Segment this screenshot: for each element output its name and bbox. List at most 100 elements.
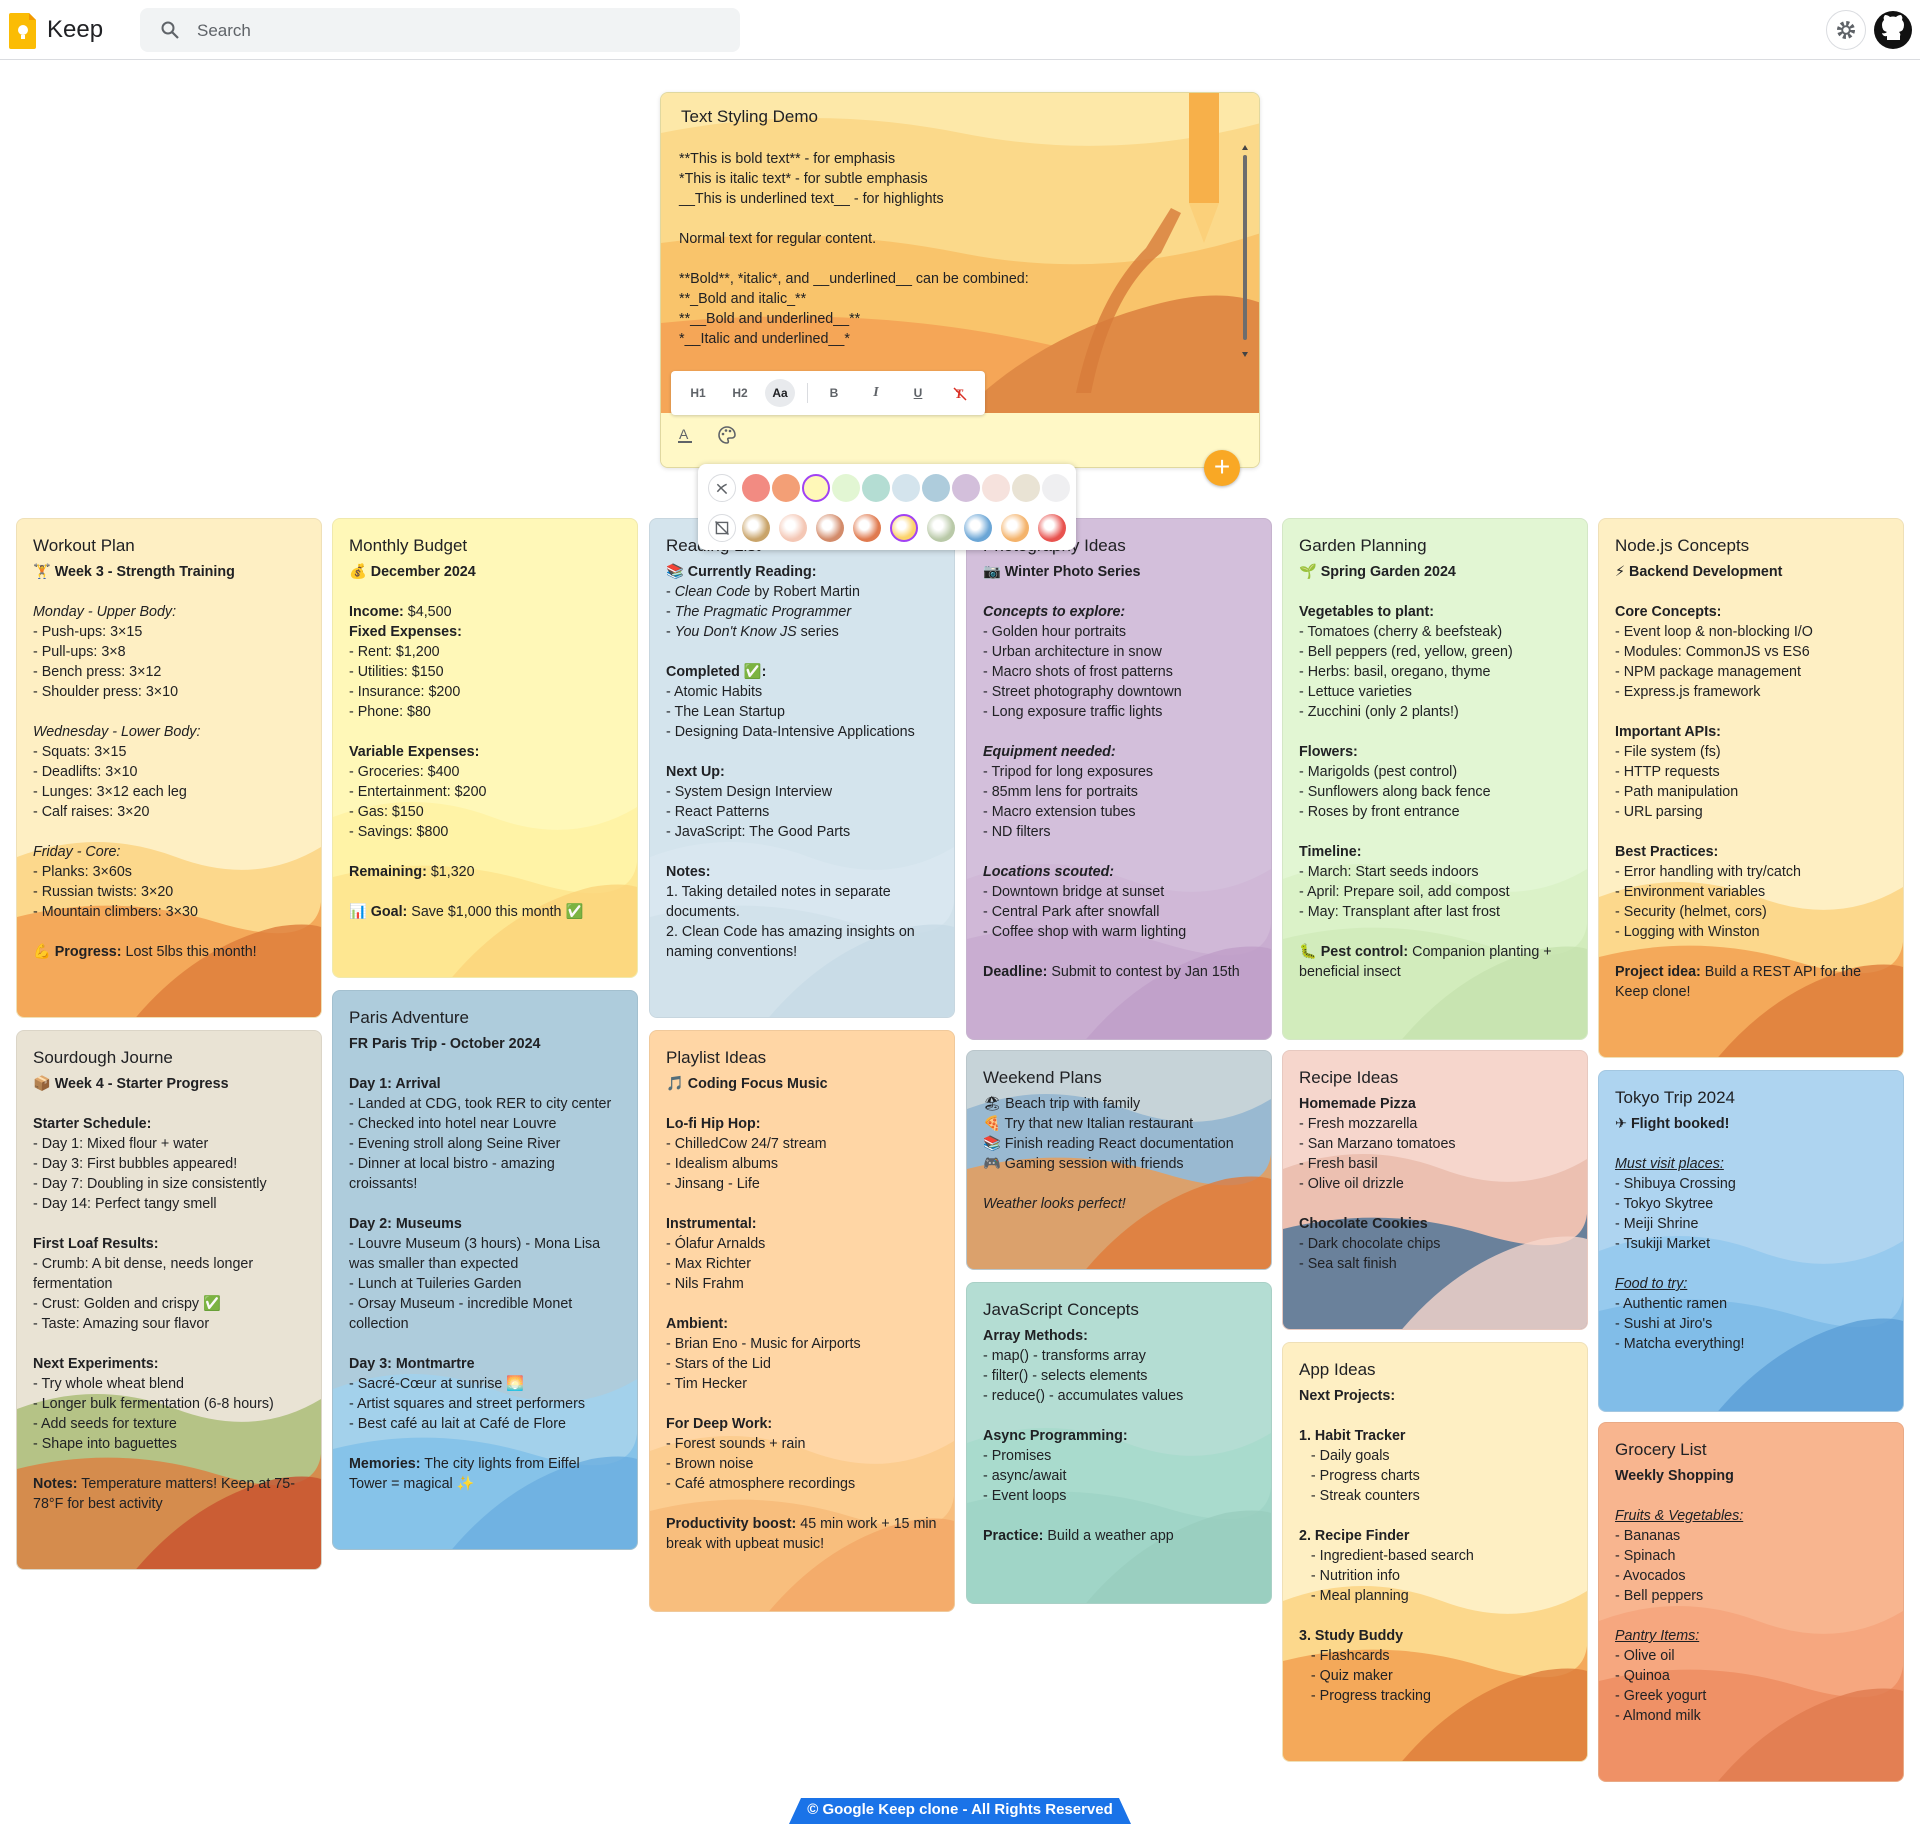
text-color-icon[interactable]: A xyxy=(675,425,695,445)
note-card[interactable]: Garden Planning 🌱 Spring Garden 2024 Veget… xyxy=(1282,518,1588,1040)
note-line xyxy=(666,1394,938,1414)
palette-icon[interactable] xyxy=(717,425,737,445)
note-line: - URL parsing xyxy=(1615,804,1703,820)
note-line: - The Pragmatic Programmer xyxy=(666,604,852,620)
gear-icon[interactable] xyxy=(1826,10,1866,50)
note-title: Grocery List xyxy=(1615,1440,1707,1459)
italic-button[interactable]: I xyxy=(861,379,891,407)
note-card[interactable]: App Ideas Next Projects: 1. Habit Tracker … xyxy=(1282,1342,1588,1762)
color-swatch[interactable] xyxy=(802,474,830,502)
note-line: - Best café au lait at Café de Flore xyxy=(349,1416,566,1432)
note-card[interactable]: Tokyo Trip 2024 ✈ Flight booked! Must visi… xyxy=(1598,1070,1904,1412)
note-line xyxy=(1615,1254,1887,1274)
search-bar[interactable]: Search xyxy=(140,8,740,52)
note-line: Timeline: xyxy=(1299,844,1362,860)
note-card[interactable]: Paris Adventure FR Paris Trip - October 2… xyxy=(332,990,638,1550)
note-card[interactable]: Photography Ideas📷 Winter Photo SeriesCo… xyxy=(966,518,1272,1040)
note-line: - Fresh mozzarella xyxy=(1299,1116,1418,1132)
github-icon[interactable] xyxy=(1873,10,1913,50)
normal-text-button[interactable]: Aa xyxy=(765,379,795,407)
background-swatch-groceries[interactable] xyxy=(742,514,770,542)
background-swatch-food[interactable] xyxy=(779,514,807,542)
note-line: 🍕 Try that new Italian restaurant xyxy=(983,1116,1194,1132)
note-line: - Quinoa xyxy=(1615,1668,1670,1684)
note-line: First Loaf Results: xyxy=(33,1236,159,1252)
note-line xyxy=(666,842,938,862)
note-card[interactable]: Weekend Plans 🏖 Beach trip with family 🍕 T… xyxy=(966,1050,1272,1270)
background-swatch-music[interactable] xyxy=(816,514,844,542)
underline-button[interactable]: U xyxy=(903,379,933,407)
note-card[interactable]: Monthly Budget 💰 December 2024 Income: $4,… xyxy=(332,518,638,978)
background-swatch-recipes[interactable] xyxy=(853,514,881,542)
note-title: JavaScript Concepts xyxy=(983,1300,1139,1319)
background-swatch-video[interactable] xyxy=(1001,514,1029,542)
note-line: Ambient: xyxy=(666,1316,728,1332)
note-line: - Spinach xyxy=(1615,1548,1676,1564)
color-swatch[interactable] xyxy=(982,474,1010,502)
background-swatch-celebration[interactable] xyxy=(1038,514,1066,542)
color-swatch[interactable] xyxy=(742,474,770,502)
background-swatch-travel[interactable] xyxy=(964,514,992,542)
note-line xyxy=(1615,702,1887,722)
editor-body[interactable]: **This is bold text** - for emphasis *Th… xyxy=(679,149,1239,349)
note-line: - Meiji Shrine xyxy=(1615,1216,1699,1232)
color-swatch[interactable] xyxy=(832,474,860,502)
note-card[interactable]: Reading List📚 Currently Reading:- Clean … xyxy=(649,518,955,1018)
note-line: - Deadlifts: 3×10 xyxy=(33,764,138,780)
h2-button[interactable]: H2 xyxy=(725,379,755,407)
note-line xyxy=(983,582,1255,602)
color-swatch[interactable] xyxy=(922,474,950,502)
color-swatch[interactable] xyxy=(892,474,920,502)
note-line xyxy=(666,742,938,762)
note-card[interactable]: Sourdough Journe 📦 Week 4 - Starter Progr… xyxy=(16,1030,322,1570)
clear-format-icon[interactable]: T xyxy=(945,379,975,407)
top-bar: Keep Search xyxy=(0,0,1920,60)
note-line: Next Projects: xyxy=(1299,1388,1396,1404)
note-content: App Ideas Next Projects: 1. Habit Tracker … xyxy=(1283,1343,1587,1718)
add-note-button[interactable]: + xyxy=(1204,450,1240,486)
search-input[interactable]: Search xyxy=(197,21,251,41)
color-swatch[interactable] xyxy=(1012,474,1040,502)
editor-title[interactable]: Text Styling Demo xyxy=(681,107,818,127)
note-line: Day 3: Montmartre xyxy=(349,1356,475,1372)
note-line: Memories: The city lights from Eiffel To… xyxy=(349,1456,584,1492)
note-line: 🎮 Gaming session with friends xyxy=(983,1156,1184,1172)
color-swatch[interactable] xyxy=(772,474,800,502)
app-name[interactable]: Keep xyxy=(47,16,103,44)
h1-button[interactable]: H1 xyxy=(683,379,713,407)
note-card[interactable]: JavaScript Concepts Array Methods: - map()… xyxy=(966,1282,1272,1604)
note-card[interactable]: Playlist Ideas 🎵 Coding Focus Music Lo-fi … xyxy=(649,1030,955,1612)
note-line: - Promises xyxy=(983,1448,1052,1464)
note-line xyxy=(33,582,305,602)
note-card[interactable]: Recipe Ideas Homemade Pizza - Fresh mozzar… xyxy=(1282,1050,1588,1330)
note-title: Recipe Ideas xyxy=(1299,1068,1399,1087)
background-swatch-notes[interactable] xyxy=(890,514,918,542)
note-card[interactable]: Node.js Concepts ⚡ Backend Development Cor… xyxy=(1598,518,1904,1058)
note-line: Next Up: xyxy=(666,764,725,780)
bold-button[interactable]: B xyxy=(819,379,849,407)
note-line xyxy=(1615,1486,1887,1506)
note-line: Day 1: Arrival xyxy=(349,1076,441,1092)
keep-logo-icon[interactable] xyxy=(9,11,37,49)
search-icon[interactable] xyxy=(160,20,180,40)
formatting-toolbar: H1 H2 Aa B I U T xyxy=(671,371,985,415)
scrollbar[interactable] xyxy=(1241,145,1249,357)
note-card[interactable]: Grocery List Weekly Shopping Fruits & Vege… xyxy=(1598,1422,1904,1782)
note-content: Node.js Concepts ⚡ Backend Development Cor… xyxy=(1599,519,1903,1014)
color-swatch[interactable] xyxy=(862,474,890,502)
note-line: Fixed Expenses: xyxy=(349,624,462,640)
color-swatch[interactable] xyxy=(952,474,980,502)
note-line: - Entertainment: $200 xyxy=(349,784,487,800)
note-line: - Macro extension tubes xyxy=(983,804,1136,820)
note-line: - Shape into baguettes xyxy=(33,1436,177,1452)
note-line: - Pull-ups: 3×8 xyxy=(33,644,126,660)
note-card[interactable]: Workout Plan 🏋 Week 3 - Strength Training… xyxy=(16,518,322,1018)
color-swatch[interactable] xyxy=(1042,474,1070,502)
background-swatch-places[interactable] xyxy=(927,514,955,542)
note-line: Variable Expenses: xyxy=(349,744,480,760)
note-editor[interactable]: Text Styling Demo **This is bold text** … xyxy=(660,92,1260,468)
no-color-icon[interactable] xyxy=(708,474,736,502)
no-background-icon[interactable] xyxy=(708,514,736,542)
note-line: - Dark chocolate chips xyxy=(1299,1236,1441,1252)
note-line: - Mountain climbers: 3×30 xyxy=(33,904,198,920)
